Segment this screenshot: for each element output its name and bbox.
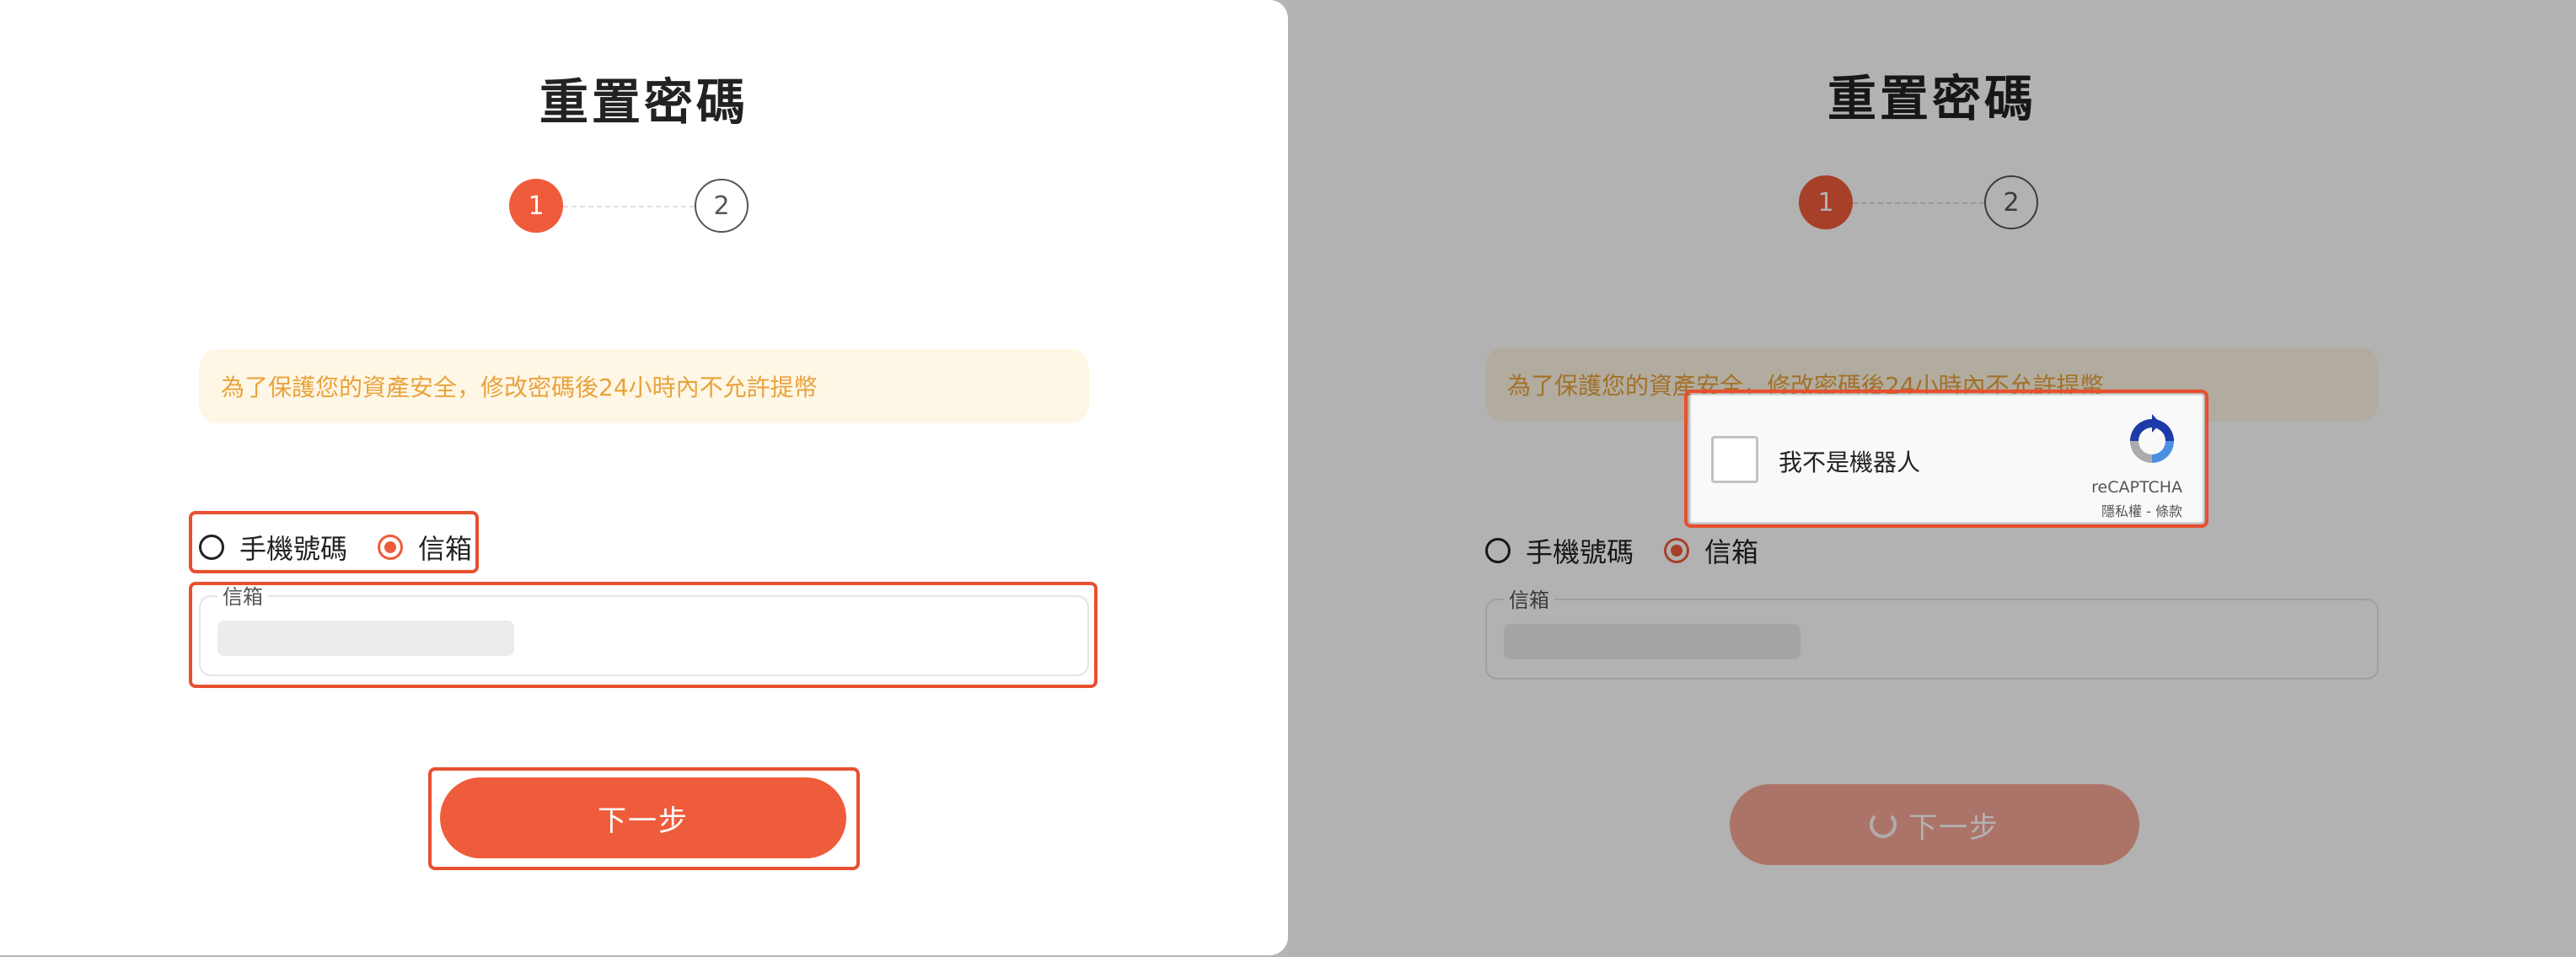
email-field[interactable]: 信箱	[199, 580, 1089, 676]
reset-password-panel-left: 重置密碼 1 2 為了保護您的資產安全，修改密碼後24小時內不允許提幣 手機號碼…	[0, 0, 1288, 955]
radio-phone-label: 手機號碼	[239, 533, 348, 565]
recaptcha-logo-icon	[2130, 414, 2174, 463]
recaptcha-checkbox-label: 我不是機器人	[1779, 449, 1921, 476]
recaptcha-brand: reCAPTCHA	[2091, 478, 2182, 497]
radio-email-label: 信箱	[418, 533, 473, 565]
radio-email-option[interactable]: 信箱	[378, 528, 472, 567]
email-field-label: 信箱	[217, 580, 268, 610]
recaptcha-links[interactable]: 隱私權 - 條款	[2101, 500, 2182, 520]
step-2-indicator: 2	[695, 179, 749, 233]
email-field-value-redacted	[217, 621, 514, 656]
recaptcha-checkbox[interactable]	[1711, 436, 1758, 483]
step-1-indicator: 1	[509, 179, 563, 233]
account-type-radio-group: 手機號碼 信箱	[199, 528, 502, 567]
recaptcha-widget: 我不是機器人 reCAPTCHA 隱私權 - 條款	[1689, 394, 2204, 524]
security-notice: 為了保護您的資產安全，修改密碼後24小時內不允許提幣	[199, 349, 1089, 423]
radio-phone[interactable]	[199, 535, 224, 560]
step-connector	[563, 206, 695, 207]
radio-phone-option[interactable]: 手機號碼	[199, 528, 347, 567]
stepper: 1 2	[0, 0, 1288, 253]
next-step-button[interactable]: 下一步	[440, 777, 846, 858]
radio-email[interactable]	[378, 535, 404, 560]
